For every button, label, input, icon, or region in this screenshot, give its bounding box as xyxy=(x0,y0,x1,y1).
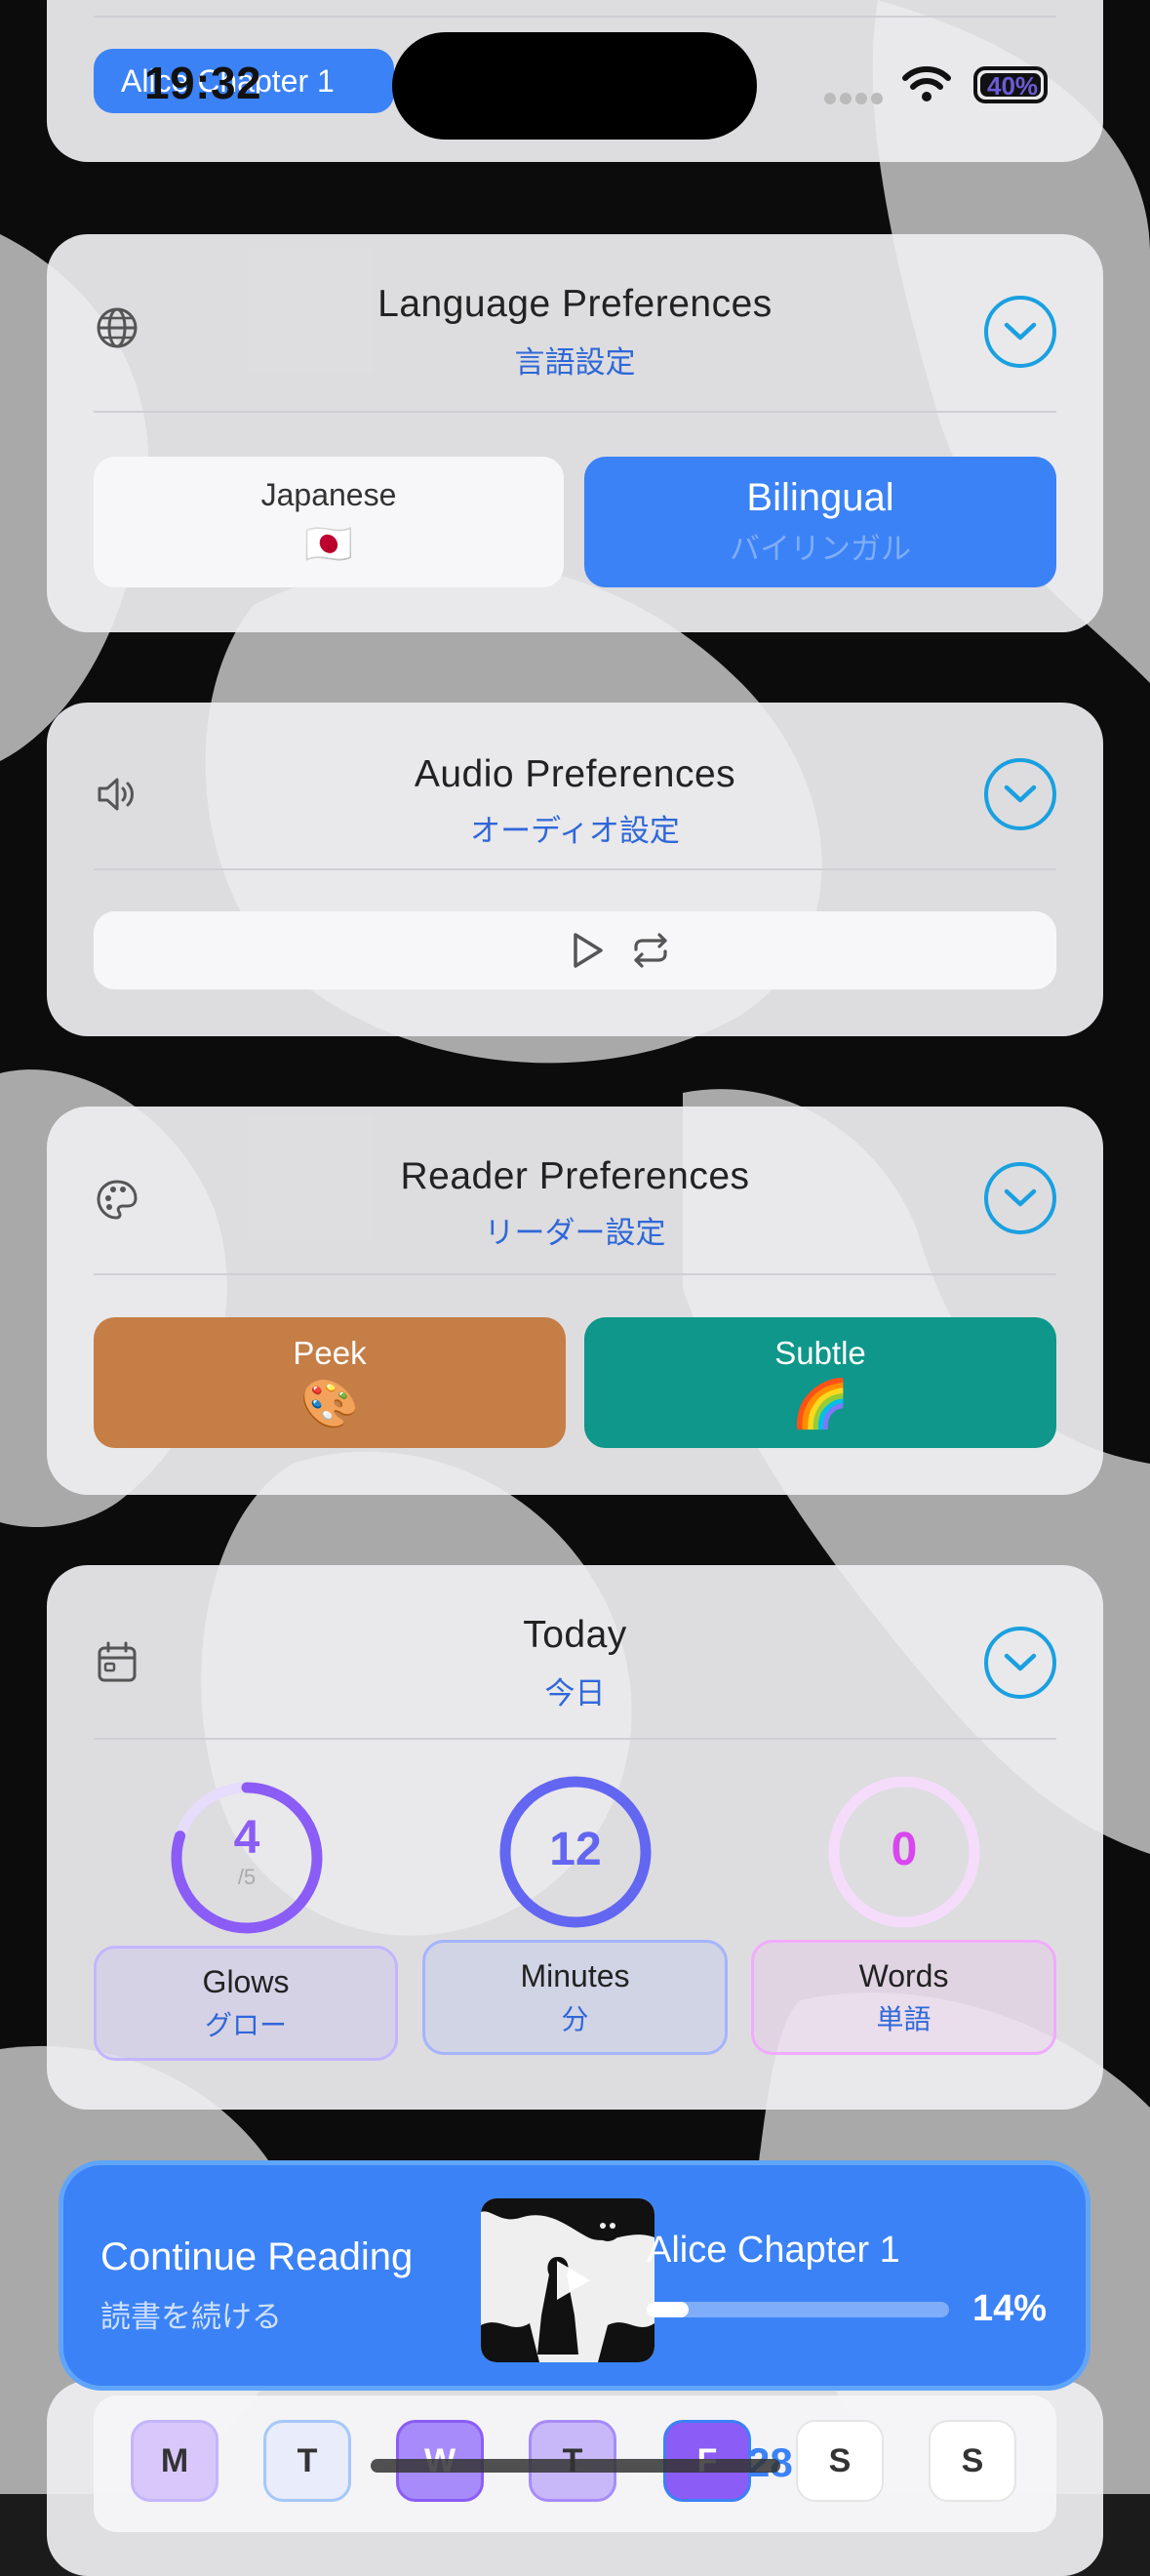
day-tuesday[interactable]: T xyxy=(263,2420,351,2502)
stat-label: Words xyxy=(858,1957,949,1993)
chevron-down-icon xyxy=(1004,785,1037,803)
stat-label: Glows xyxy=(202,1963,290,1999)
option-sublabel: バイリンガル xyxy=(730,532,911,566)
wifi-icon xyxy=(902,66,951,101)
palette-emoji-icon: 🎨 xyxy=(300,1378,359,1430)
language-preferences-card: Language Preferences 言語設定 Japanese 🇯🇵 Bi… xyxy=(47,234,1103,632)
glows-stat: Glows グロー xyxy=(94,1946,398,2061)
today-card: Today 今日 4 /5 Glows グロー 12 Minutes 分 0 W… xyxy=(47,1565,1103,2110)
chevron-down-icon xyxy=(1004,1188,1037,1207)
stat-sublabel: 単語 xyxy=(876,2003,932,2034)
continue-reading-banner[interactable]: Continue Reading 読書を続ける Alice Chapter 1 … xyxy=(59,2160,1091,2391)
day-label: T xyxy=(297,2441,318,2479)
chevron-down-icon xyxy=(1004,322,1037,341)
option-label: Japanese xyxy=(260,477,397,512)
words-stat: Words 単語 xyxy=(751,1940,1056,2055)
rainbow-emoji-icon: 🌈 xyxy=(791,1378,850,1430)
day-monday[interactable]: M xyxy=(131,2420,218,2502)
japan-flag-icon: 🇯🇵 xyxy=(304,523,353,566)
card-title: Reader Preferences xyxy=(400,1155,750,1197)
glows-goal: /5 xyxy=(237,1865,257,1889)
battery-percent: 40% xyxy=(987,71,1039,101)
day-sunday[interactable]: S xyxy=(929,2420,1016,2502)
repeat-icon[interactable] xyxy=(630,933,671,968)
play-icon xyxy=(557,2261,590,2300)
option-label: Peek xyxy=(293,1334,367,1371)
option-label: Bilingual xyxy=(746,476,894,519)
subtle-option[interactable]: Subtle 🌈 xyxy=(584,1317,1056,1448)
status-bar: Alice Chapter 1 19:32 40% xyxy=(0,0,1150,146)
reader-preferences-card: Reader Preferences リーダー設定 Peek 🎨 Subtle … xyxy=(47,1107,1103,1495)
collapse-button[interactable] xyxy=(984,1627,1056,1699)
day-saturday[interactable]: S xyxy=(796,2420,884,2502)
audio-preferences-card: Audio Preferences オーディオ設定 xyxy=(47,703,1103,1036)
day-label: S xyxy=(961,2441,984,2479)
card-title: Today xyxy=(523,1614,627,1656)
option-label: Subtle xyxy=(774,1334,866,1371)
bilingual-option[interactable]: Bilingual バイリンガル xyxy=(584,457,1056,587)
card-subtitle: リーダー設定 xyxy=(484,1216,666,1250)
play-icon[interactable] xyxy=(570,931,605,970)
chevron-down-icon xyxy=(1004,1653,1037,1671)
stat-label: Minutes xyxy=(520,1957,630,1993)
stat-sublabel: グロー xyxy=(204,2009,287,2040)
card-title: Language Preferences xyxy=(377,283,773,325)
collapse-button[interactable] xyxy=(984,1162,1056,1234)
card-title: Audio Preferences xyxy=(414,753,736,795)
continue-title: Continue Reading xyxy=(100,2235,414,2278)
peek-option[interactable]: Peek 🎨 xyxy=(94,1317,566,1448)
audio-controls-bar xyxy=(94,911,1056,989)
card-subtitle: オーディオ設定 xyxy=(470,814,680,848)
book-progress-percent: 14% xyxy=(972,2288,1048,2329)
book-progress-bar xyxy=(647,2302,949,2317)
continue-subtitle: 読書を続ける xyxy=(100,2300,282,2334)
collapse-button[interactable] xyxy=(984,296,1056,368)
minutes-stat: Minutes 分 xyxy=(422,1940,728,2055)
day-label: S xyxy=(828,2441,852,2479)
book-title: Alice Chapter 1 xyxy=(647,2230,900,2271)
day-label: M xyxy=(160,2441,189,2479)
collapse-button[interactable] xyxy=(984,758,1056,830)
home-indicator xyxy=(371,2459,780,2473)
book-progress-fill xyxy=(647,2302,690,2317)
card-subtitle: 言語設定 xyxy=(514,345,636,380)
dynamic-island xyxy=(392,32,757,140)
book-cover[interactable] xyxy=(481,2198,654,2362)
battery-icon: 40% xyxy=(973,66,1048,103)
stat-sublabel: 分 xyxy=(561,2003,589,2034)
glows-value: 4 xyxy=(233,1812,260,1864)
words-value: 0 xyxy=(891,1824,918,1875)
card-subtitle: 今日 xyxy=(544,1676,606,1711)
japanese-option[interactable]: Japanese 🇯🇵 xyxy=(94,457,564,587)
signal-dots-icon xyxy=(824,93,883,104)
minutes-value: 12 xyxy=(549,1824,602,1875)
status-time: 19:32 xyxy=(144,58,262,108)
